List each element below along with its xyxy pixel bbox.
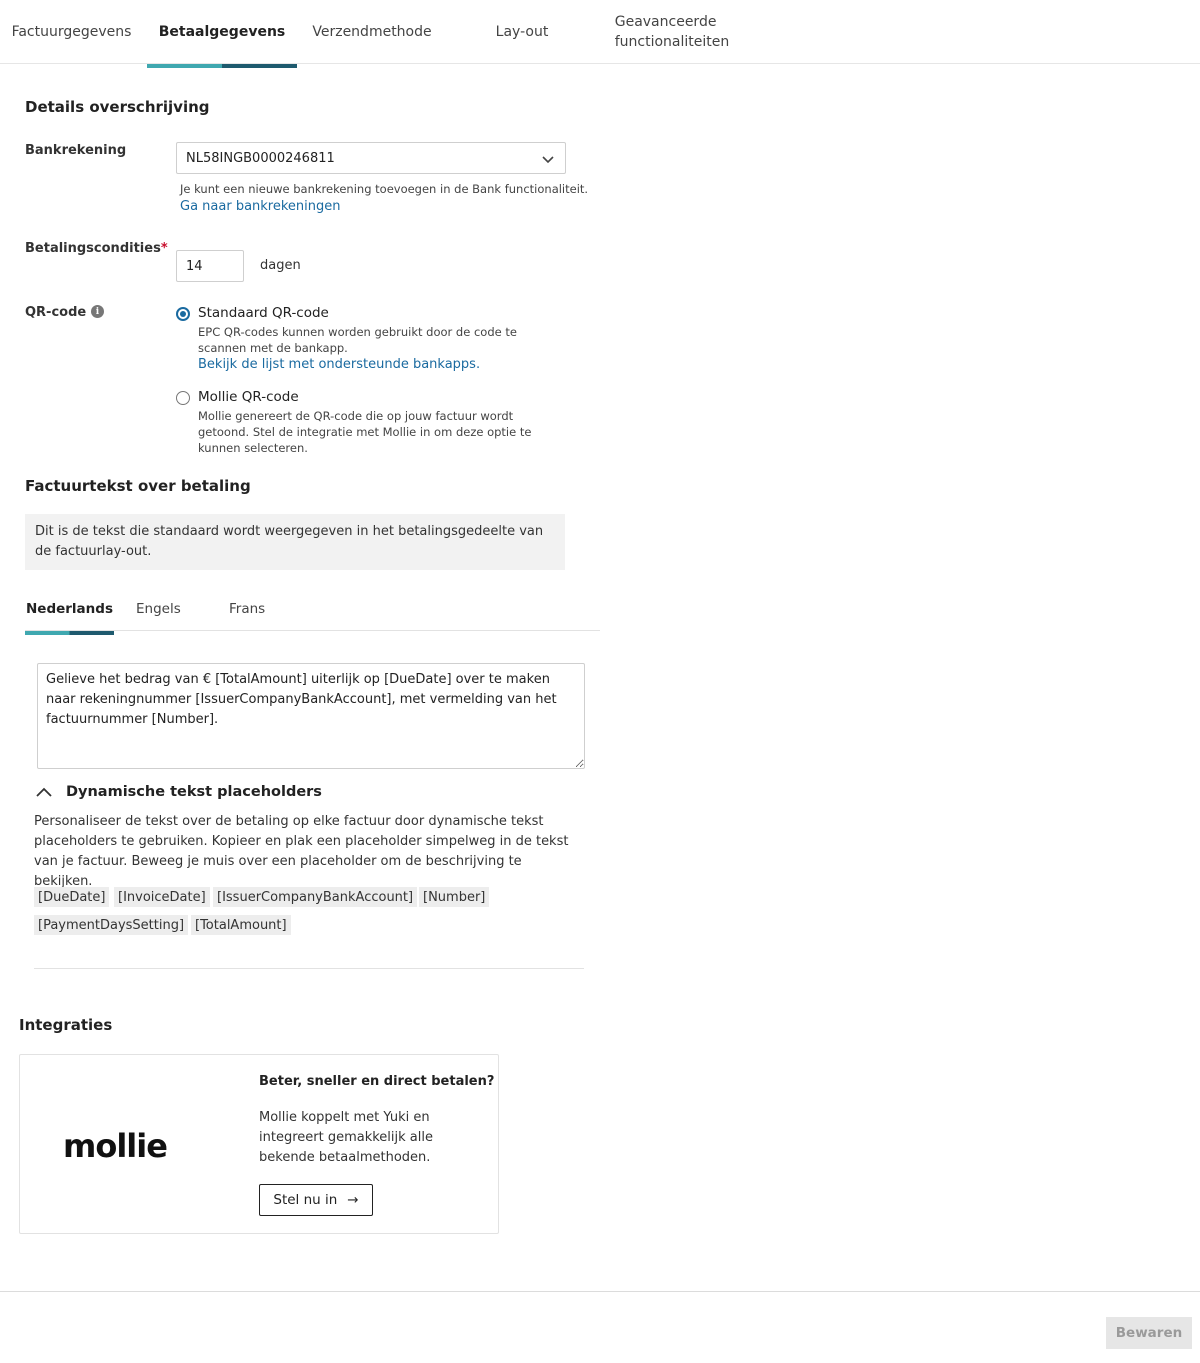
divider [34, 968, 584, 969]
footer-bar: Bewaren [0, 1291, 1200, 1363]
save-button[interactable]: Bewaren [1106, 1317, 1192, 1349]
tab-geavanceerde-functionaliteiten[interactable]: Geavanceerde functionaliteiten [597, 0, 747, 64]
mollie-qr-description: Mollie genereert de QR-code die op jouw … [198, 409, 532, 455]
info-icon[interactable]: i [91, 305, 104, 318]
top-tabs: Factuurgegevens Betaalgegevens Verzendme… [0, 0, 1200, 68]
payment-terms-unit: dagen [260, 258, 301, 273]
section-title-transfer: Details overschrijving [25, 98, 210, 116]
radio-standard-qr[interactable] [176, 307, 190, 321]
mollie-logo: mollie [63, 1127, 168, 1165]
placeholder-chip[interactable]: [DueDate] [34, 887, 110, 907]
placeholders-toggle[interactable]: Dynamische tekst placeholders [34, 781, 322, 803]
active-tab-indicator [147, 64, 297, 68]
card-title: Beter, sneller en direct betalen? [259, 1074, 495, 1089]
bank-account-value: NL58INGB0000246811 [186, 150, 335, 166]
active-tab-indicator [25, 631, 114, 635]
language-tabs: Nederlands Engels Frans [25, 586, 600, 635]
tab-label: Verzendmethode [312, 24, 432, 40]
qr-code-label: QR-code [25, 305, 87, 320]
tab-nederlands[interactable]: Nederlands [25, 586, 114, 635]
setup-button-label: Stel nu in [273, 1192, 338, 1208]
invoice-text-info: Dit is de tekst die standaard wordt weer… [25, 514, 565, 570]
placeholders-description: Personaliseer de tekst over de betaling … [34, 814, 569, 889]
arrow-right-icon: → [347, 1192, 359, 1208]
chevron-down-icon [542, 156, 554, 164]
bank-account-help: Je kunt een nieuwe bankrekening toevoege… [180, 182, 589, 196]
tab-label: Lay-out [495, 24, 549, 40]
placeholder-chip[interactable]: [Number] [419, 887, 490, 907]
supported-bankapps-link[interactable]: Bekijk de lijst met ondersteunde bankapp… [198, 357, 480, 372]
mollie-integration-card: mollie Beter, sneller en direct betalen?… [19, 1054, 499, 1234]
payment-terms-input[interactable] [176, 250, 244, 282]
tab-label: Betaalgegevens [158, 24, 286, 40]
placeholders-title: Dynamische tekst placeholders [66, 784, 322, 800]
required-marker: * [160, 241, 168, 256]
tab-betaalgegevens[interactable]: Betaalgegevens [147, 0, 297, 68]
tab-engels[interactable]: Engels [136, 586, 181, 631]
standard-qr-description: EPC QR-codes kunnen worden gebruikt door… [198, 325, 517, 355]
payment-terms-label: Betalingscondities* [25, 241, 168, 256]
tab-verzendmethode[interactable]: Verzendmethode [297, 0, 447, 64]
placeholder-chip[interactable]: [PaymentDaysSetting] [34, 915, 189, 935]
radio-mollie-qr-label[interactable]: Mollie QR-code [198, 389, 299, 405]
section-title-integrations: Integraties [19, 1016, 113, 1034]
placeholder-chip[interactable]: [InvoiceDate] [114, 887, 210, 907]
tab-layout[interactable]: Lay-out [447, 0, 597, 64]
placeholder-chip[interactable]: [TotalAmount] [191, 915, 291, 935]
bank-account-select[interactable]: NL58INGB0000246811 [176, 142, 566, 174]
bank-accounts-link[interactable]: Ga naar bankrekeningen [180, 199, 341, 214]
placeholder-chip[interactable]: [IssuerCompanyBankAccount] [213, 887, 418, 907]
tab-factuurgegevens[interactable]: Factuurgegevens [0, 0, 143, 64]
invoice-text-textarea[interactable]: Gelieve het bedrag van € [TotalAmount] u… [37, 663, 585, 769]
tab-frans[interactable]: Frans [229, 586, 265, 631]
radio-mollie-qr[interactable] [176, 391, 190, 405]
chevron-up-icon [36, 787, 52, 797]
bank-account-label: Bankrekening [25, 143, 127, 158]
radio-standard-qr-label[interactable]: Standaard QR-code [198, 305, 329, 321]
tab-label: Factuurgegevens [11, 24, 132, 40]
setup-mollie-button[interactable]: Stel nu in → [259, 1184, 373, 1216]
tab-label: Geavanceerde functionaliteiten [614, 14, 730, 50]
section-title-invoice-text: Factuurtekst over betaling [25, 477, 251, 495]
card-text: Mollie koppelt met Yuki en integreert ge… [259, 1110, 433, 1165]
